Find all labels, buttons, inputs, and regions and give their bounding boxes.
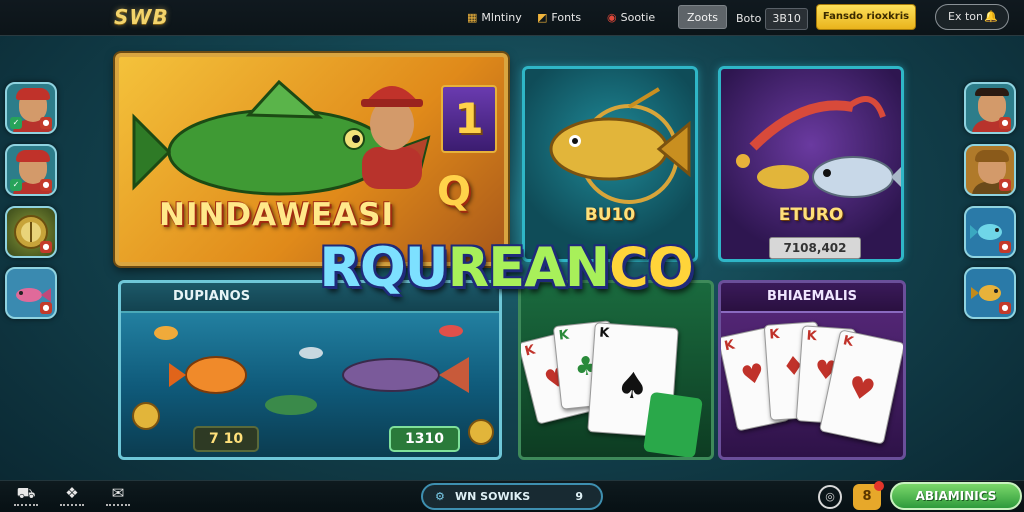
promo-icon[interactable]: ✉ xyxy=(98,484,138,512)
game-tile-poker[interactable]: BHIAEMALIS K ♥ K ♦ K ♥ K ♥ xyxy=(718,280,906,460)
nav-item-sootie[interactable]: ◉ Sootie xyxy=(607,8,655,28)
nav-label: Fonts xyxy=(551,11,582,24)
settings-icon[interactable]: ◎ xyxy=(818,485,842,509)
status-badge: ✓ xyxy=(10,117,22,129)
hero-rank-number: 1 xyxy=(441,85,497,153)
title-part: CO xyxy=(609,236,694,299)
underwater-fish-scene xyxy=(154,325,469,415)
status-badge: ● xyxy=(40,302,52,314)
card-deck xyxy=(643,391,703,457)
coins-button[interactable]: 8 xyxy=(853,481,884,510)
golden-fish-icon xyxy=(549,87,691,204)
slot-icon: ◉ xyxy=(607,11,617,24)
jackpot-amount: 7108,402 xyxy=(769,237,861,259)
status-badge: ● xyxy=(999,179,1011,191)
status-badge: ● xyxy=(999,117,1011,129)
title-part: REAN xyxy=(447,236,610,299)
account-label: Ex ton xyxy=(948,10,983,23)
game-search-button[interactable]: ⚙ WN SOWIKS 9 xyxy=(421,483,603,510)
side-avatar-4[interactable]: ● xyxy=(964,144,1016,196)
game-tile-label: BU10 xyxy=(584,205,636,225)
account-button[interactable]: Ex ton 🔔 xyxy=(935,4,1009,30)
puzzle-icon: ◩ xyxy=(537,11,548,24)
status-badge: ● xyxy=(999,241,1011,253)
nav-label: Sootie xyxy=(620,11,656,24)
title-part: RQU xyxy=(319,236,448,299)
status-badge: ✓ xyxy=(10,179,22,191)
game-tile-header: BHIAEMALIS xyxy=(721,283,903,313)
bell-icon: 🔔 xyxy=(984,10,998,23)
games-icon[interactable]: ❖ xyxy=(52,484,92,512)
hero-badge: Q xyxy=(437,169,472,215)
fisherman-avatar xyxy=(361,86,423,189)
lottery-icon: ▦ xyxy=(467,11,478,24)
coin-stack-icon xyxy=(132,402,160,430)
side-game-fish-3[interactable]: ● xyxy=(964,267,1016,319)
avatar-hat xyxy=(16,150,50,162)
bet-value: 7 10 xyxy=(193,426,260,452)
nav-item-mlntiny[interactable]: ▦ Mlntiny xyxy=(467,8,522,28)
search-label: WN SOWIKS xyxy=(455,490,531,503)
status-badge: ● xyxy=(40,179,52,191)
status-badge: ● xyxy=(40,117,52,129)
side-avatar-2[interactable]: ✓ ● xyxy=(5,144,57,196)
avatar-hat xyxy=(16,88,50,100)
top-bar: SWB ▦ Mlntiny ◩ Fonts ◉ Sootie Zoots Boto 3B… xyxy=(0,0,1024,36)
nav-value: 3B10 xyxy=(765,8,808,30)
nav-label: Zoots xyxy=(687,11,719,24)
game-lobby-title: RQUREANCO xyxy=(266,228,746,308)
coin-icon xyxy=(468,419,494,445)
win-value: 1310 xyxy=(389,426,460,452)
search-icon: ⚙ xyxy=(435,490,445,503)
nav-label: Mlntiny xyxy=(481,11,522,24)
nav-label: Boto xyxy=(736,12,762,25)
status-badge: ● xyxy=(999,302,1011,314)
primary-action-button[interactable]: ABIAMINICS xyxy=(890,482,1022,510)
home-icon[interactable]: ⛟ xyxy=(6,484,46,512)
promo-button[interactable]: Fansdo rioxkris xyxy=(816,4,916,30)
side-avatar-3[interactable]: ● xyxy=(964,82,1016,134)
count-badge: 9 xyxy=(575,490,583,503)
status-badge: ● xyxy=(40,241,52,253)
avatar-hat xyxy=(975,150,1009,162)
fish-treasure-icon xyxy=(736,96,901,198)
nav-item-fonts[interactable]: ◩ Fonts xyxy=(537,8,581,28)
site-logo[interactable]: SWB xyxy=(108,3,175,31)
coin-label: 8 xyxy=(862,489,872,504)
notification-dot xyxy=(874,481,884,491)
side-game-fish[interactable]: ● xyxy=(5,267,57,319)
game-tile-label: ETURO xyxy=(778,205,844,225)
side-avatar-1[interactable]: ✓ ● xyxy=(5,82,57,134)
nav-item-zoots[interactable]: Zoots xyxy=(678,5,728,29)
nav-item-boto[interactable]: Boto 3B10 xyxy=(736,8,808,30)
side-game-fish-2[interactable]: ● xyxy=(964,206,1016,258)
side-game-compass[interactable]: ● xyxy=(5,206,57,258)
avatar-hair xyxy=(975,88,1009,96)
